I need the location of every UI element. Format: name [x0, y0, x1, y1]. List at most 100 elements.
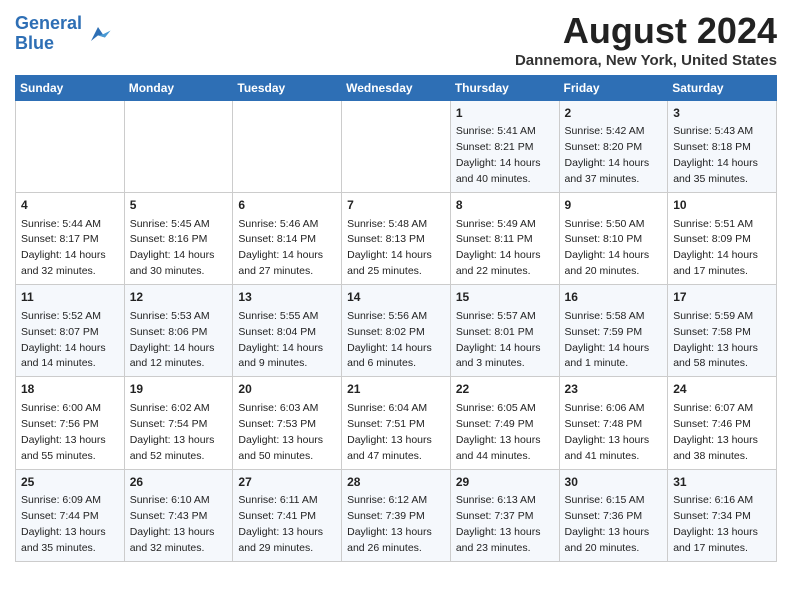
calendar-cell [233, 101, 342, 193]
day-number: 2 [565, 105, 663, 122]
calendar-cell: 23Sunrise: 6:06 AM Sunset: 7:48 PM Dayli… [559, 377, 668, 469]
calendar-cell: 12 Sunrise: 5:53 AM Sunset: 8:06 PM Dayli… [124, 285, 233, 377]
calendar-cell: 4 Sunrise: 5:44 AM Sunset: 8:17 PM Daylig… [16, 193, 125, 285]
calendar-cell: 22Sunrise: 6:05 AM Sunset: 7:49 PM Dayli… [450, 377, 559, 469]
calendar-cell [124, 101, 233, 193]
calendar-cell: 15 Sunrise: 5:57 AM Sunset: 8:01 PM Dayli… [450, 285, 559, 377]
calendar-cell [16, 101, 125, 193]
day-info: Sunrise: 5:51 AM Sunset: 8:09 PM Dayligh… [673, 218, 758, 278]
calendar-cell: 6 Sunrise: 5:46 AM Sunset: 8:14 PM Daylig… [233, 193, 342, 285]
calendar-week-row: 25Sunrise: 6:09 AM Sunset: 7:44 PM Dayli… [16, 469, 777, 561]
calendar-cell: 21 Sunrise: 6:04 AM Sunset: 7:51 PM Dayli… [342, 377, 451, 469]
calendar-cell: 1 Sunrise: 5:41 AM Sunset: 8:21 PM Daylig… [450, 101, 559, 193]
calendar-cell: 13 Sunrise: 5:55 AM Sunset: 8:04 PM Dayli… [233, 285, 342, 377]
day-info: Sunrise: 5:41 AM Sunset: 8:21 PM Dayligh… [456, 125, 541, 185]
calendar-cell: 17 Sunrise: 5:59 AM Sunset: 7:58 PM Dayli… [668, 285, 777, 377]
logo-general: General [15, 13, 82, 33]
day-info: Sunrise: 5:43 AM Sunset: 8:18 PM Dayligh… [673, 125, 758, 185]
calendar-cell [342, 101, 451, 193]
day-number: 9 [565, 197, 663, 214]
day-number: 8 [456, 197, 554, 214]
day-info: Sunrise: 6:16 AM Sunset: 7:34 PM Dayligh… [673, 494, 758, 554]
day-info: Sunrise: 5:58 AM Sunset: 7:59 PM Dayligh… [565, 310, 650, 370]
calendar-cell: 20Sunrise: 6:03 AM Sunset: 7:53 PM Dayli… [233, 377, 342, 469]
day-info: Sunrise: 5:48 AM Sunset: 8:13 PM Dayligh… [347, 218, 432, 278]
day-number: 16 [565, 289, 663, 306]
calendar-body: 1 Sunrise: 5:41 AM Sunset: 8:21 PM Daylig… [16, 101, 777, 562]
calendar-cell: 14 Sunrise: 5:56 AM Sunset: 8:02 PM Dayli… [342, 285, 451, 377]
day-info: Sunrise: 6:07 AM Sunset: 7:46 PM Dayligh… [673, 402, 758, 462]
day-info: Sunrise: 5:45 AM Sunset: 8:16 PM Dayligh… [130, 218, 215, 278]
day-number: 4 [21, 197, 119, 214]
day-info: Sunrise: 6:09 AM Sunset: 7:44 PM Dayligh… [21, 494, 106, 554]
day-info: Sunrise: 5:59 AM Sunset: 7:58 PM Dayligh… [673, 310, 758, 370]
day-info: Sunrise: 5:50 AM Sunset: 8:10 PM Dayligh… [565, 218, 650, 278]
weekday-header-friday: Friday [559, 76, 668, 101]
day-info: Sunrise: 5:53 AM Sunset: 8:06 PM Dayligh… [130, 310, 215, 370]
day-number: 6 [238, 197, 336, 214]
day-info: Sunrise: 5:55 AM Sunset: 8:04 PM Dayligh… [238, 310, 323, 370]
day-number: 13 [238, 289, 336, 306]
day-number: 14 [347, 289, 445, 306]
logo: General Blue [15, 14, 112, 54]
calendar-cell: 18Sunrise: 6:00 AM Sunset: 7:56 PM Dayli… [16, 377, 125, 469]
calendar-cell: 11 Sunrise: 5:52 AM Sunset: 8:07 PM Dayli… [16, 285, 125, 377]
weekday-header-tuesday: Tuesday [233, 76, 342, 101]
day-number: 26 [130, 474, 228, 491]
day-info: Sunrise: 5:57 AM Sunset: 8:01 PM Dayligh… [456, 310, 541, 370]
calendar-cell: 9 Sunrise: 5:50 AM Sunset: 8:10 PM Daylig… [559, 193, 668, 285]
day-number: 15 [456, 289, 554, 306]
day-number: 5 [130, 197, 228, 214]
calendar-cell: 3 Sunrise: 5:43 AM Sunset: 8:18 PM Daylig… [668, 101, 777, 193]
calendar-cell: 10 Sunrise: 5:51 AM Sunset: 8:09 PM Dayli… [668, 193, 777, 285]
day-info: Sunrise: 5:46 AM Sunset: 8:14 PM Dayligh… [238, 218, 323, 278]
calendar-cell: 16 Sunrise: 5:58 AM Sunset: 7:59 PM Dayli… [559, 285, 668, 377]
day-number: 11 [21, 289, 119, 306]
calendar-cell: 27Sunrise: 6:11 AM Sunset: 7:41 PM Dayli… [233, 469, 342, 561]
calendar-cell: 25Sunrise: 6:09 AM Sunset: 7:44 PM Dayli… [16, 469, 125, 561]
logo-bird-icon [84, 20, 112, 48]
calendar-week-row: 4 Sunrise: 5:44 AM Sunset: 8:17 PM Daylig… [16, 193, 777, 285]
weekday-header-sunday: Sunday [16, 76, 125, 101]
calendar-cell: 19 Sunrise: 6:02 AM Sunset: 7:54 PM Dayli… [124, 377, 233, 469]
calendar-cell: 31 Sunrise: 6:16 AM Sunset: 7:34 PM Dayli… [668, 469, 777, 561]
day-number: 10 [673, 197, 771, 214]
day-number: 31 [673, 474, 771, 491]
header: General Blue August 2024 Dannemora, New … [15, 10, 777, 69]
calendar-week-row: 18Sunrise: 6:00 AM Sunset: 7:56 PM Dayli… [16, 377, 777, 469]
day-info: Sunrise: 6:00 AM Sunset: 7:56 PM Dayligh… [21, 402, 106, 462]
day-number: 30 [565, 474, 663, 491]
weekday-header-saturday: Saturday [668, 76, 777, 101]
day-number: 3 [673, 105, 771, 122]
day-number: 27 [238, 474, 336, 491]
day-info: Sunrise: 5:52 AM Sunset: 8:07 PM Dayligh… [21, 310, 106, 370]
calendar-cell: 29Sunrise: 6:13 AM Sunset: 7:37 PM Dayli… [450, 469, 559, 561]
day-info: Sunrise: 6:04 AM Sunset: 7:51 PM Dayligh… [347, 402, 432, 462]
day-number: 23 [565, 381, 663, 398]
day-number: 1 [456, 105, 554, 122]
day-number: 19 [130, 381, 228, 398]
calendar-cell: 7 Sunrise: 5:48 AM Sunset: 8:13 PM Daylig… [342, 193, 451, 285]
day-info: Sunrise: 5:56 AM Sunset: 8:02 PM Dayligh… [347, 310, 432, 370]
location-text: Dannemora, New York, United States [515, 52, 777, 69]
day-number: 22 [456, 381, 554, 398]
day-number: 28 [347, 474, 445, 491]
day-number: 20 [238, 381, 336, 398]
day-number: 29 [456, 474, 554, 491]
calendar-cell: 26Sunrise: 6:10 AM Sunset: 7:43 PM Dayli… [124, 469, 233, 561]
calendar-table: SundayMondayTuesdayWednesdayThursdayFrid… [15, 75, 777, 562]
calendar-cell: 30 Sunrise: 6:15 AM Sunset: 7:36 PM Dayli… [559, 469, 668, 561]
day-number: 7 [347, 197, 445, 214]
day-number: 21 [347, 381, 445, 398]
day-number: 17 [673, 289, 771, 306]
calendar-cell: 24Sunrise: 6:07 AM Sunset: 7:46 PM Dayli… [668, 377, 777, 469]
calendar-cell: 28Sunrise: 6:12 AM Sunset: 7:39 PM Dayli… [342, 469, 451, 561]
day-info: Sunrise: 6:15 AM Sunset: 7:36 PM Dayligh… [565, 494, 650, 554]
calendar-week-row: 11 Sunrise: 5:52 AM Sunset: 8:07 PM Dayli… [16, 285, 777, 377]
weekday-header-thursday: Thursday [450, 76, 559, 101]
weekday-header-monday: Monday [124, 76, 233, 101]
day-info: Sunrise: 6:02 AM Sunset: 7:54 PM Dayligh… [130, 402, 215, 462]
day-info: Sunrise: 5:44 AM Sunset: 8:17 PM Dayligh… [21, 218, 106, 278]
day-number: 12 [130, 289, 228, 306]
logo-blue: Blue [15, 33, 54, 53]
